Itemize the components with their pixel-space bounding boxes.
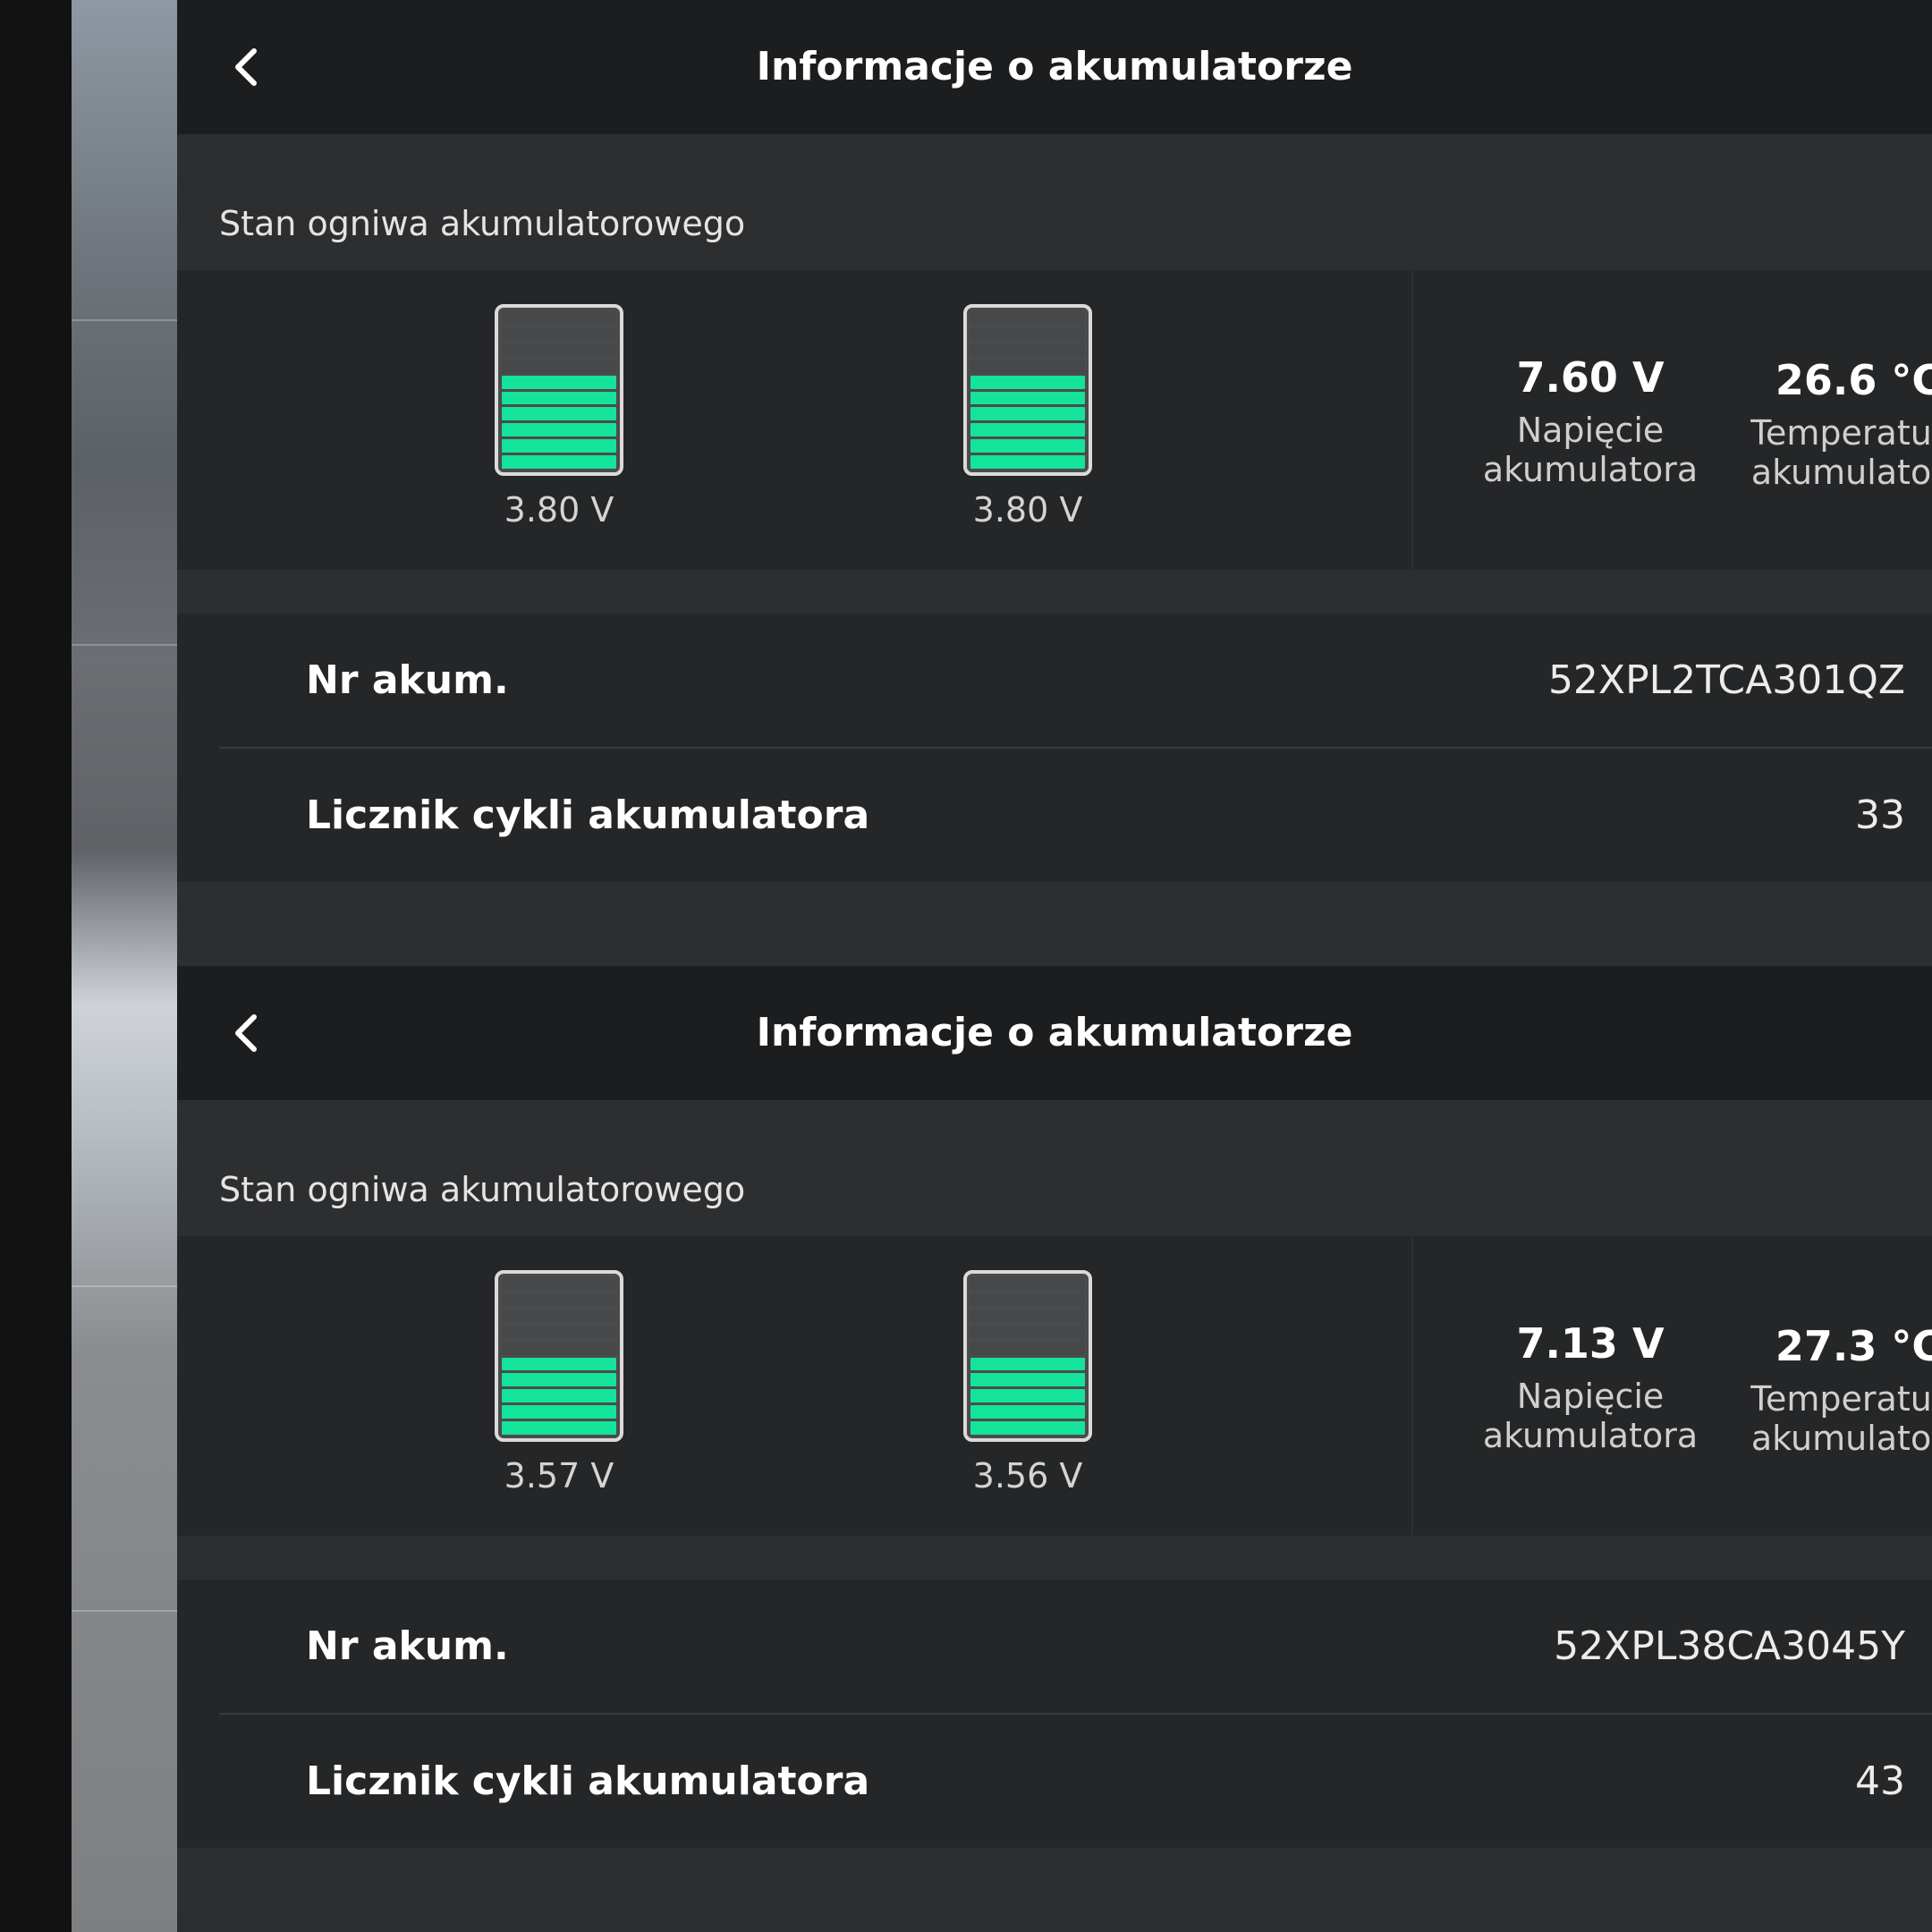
cell-segment-empty: [970, 343, 1085, 357]
cell-segment-filled: [502, 1389, 616, 1403]
cell-segment-filled: [970, 407, 1085, 421]
cell-segment-filled: [970, 455, 1085, 470]
page-title: Informacje o akumulatorze: [756, 44, 1353, 89]
cell-segment-filled: [502, 407, 616, 421]
cell-segment-filled: [970, 423, 1085, 437]
cell-segment-empty: [502, 326, 616, 341]
cell-segment-filled: [502, 391, 616, 405]
cell-segment-empty: [970, 1341, 1085, 1355]
battery-temperature-label: Temperatura akumulatora: [1750, 1379, 1932, 1458]
cell-segment-empty: [502, 311, 616, 325]
cell-voltage: 3.80 V: [972, 490, 1083, 530]
left-edge: [0, 0, 72, 1932]
cell-segment-empty: [970, 326, 1085, 341]
cell-segment-empty: [502, 359, 616, 373]
battery-cell-icon: [495, 304, 623, 476]
cell-voltage: 3.57 V: [504, 1456, 614, 1496]
row-value: 52XPL38CA3045Y: [1554, 1623, 1905, 1669]
background-photo-strip: [72, 0, 177, 1932]
battery-cell-icon: [963, 304, 1092, 476]
cell-segment-filled: [502, 375, 616, 389]
row-label: Licznik cykli akumulatora: [306, 792, 870, 838]
battery-voltage-value: 7.60 V: [1516, 353, 1665, 402]
cell-segment-empty: [502, 1325, 616, 1339]
cell-segment-filled: [970, 1373, 1085, 1387]
cell-segment-empty: [502, 1292, 616, 1307]
cell-segment-filled: [502, 1357, 616, 1371]
cycle-count-row: Licznik cykli akumulatora 43: [177, 1715, 1932, 1849]
battery-voltage-stat: 7.13 V Napięcie akumulatora: [1456, 1319, 1724, 1455]
row-label: Licznik cykli akumulatora: [306, 1758, 870, 1804]
cycle-count-row: Licznik cykli akumulatora 33: [177, 749, 1932, 883]
cell-voltage: 3.80 V: [504, 490, 614, 530]
cell-segment-empty: [970, 1325, 1085, 1339]
battery-temperature-stat: 26.6 °C Temperatura akumulatora: [1724, 356, 1932, 492]
battery-temperature-stat: 27.3 °C Temperatura akumulatora: [1724, 1322, 1932, 1458]
cell-segment-empty: [970, 311, 1085, 325]
cells-card: [177, 270, 1411, 570]
cell-segment-filled: [970, 375, 1085, 389]
cell-segment-filled: [970, 1405, 1085, 1419]
battery-serial-row: Nr akum. 52XPL2TCA301QZ: [177, 614, 1932, 748]
battery-temperature-label: Temperatura akumulatora: [1750, 413, 1932, 492]
battery-voltage-label: Napięcie akumulatora: [1482, 411, 1699, 489]
header-bar: Informacje o akumulatorze: [177, 966, 1932, 1100]
cell-segment-empty: [502, 1341, 616, 1355]
cell-segment-filled: [970, 391, 1085, 405]
row-value: 43: [1855, 1758, 1905, 1804]
header-bar: Informacje o akumulatorze: [177, 0, 1932, 134]
row-value: 33: [1855, 792, 1905, 838]
battery-temperature-value: 26.6 °C: [1775, 356, 1932, 404]
row-label: Nr akum.: [306, 1623, 509, 1669]
battery-info-screen-2: Informacje o akumulatorze Stan ogniwa ak…: [177, 966, 1932, 1932]
cell-status-label: Stan ogniwa akumulatorowego: [219, 204, 746, 243]
cell-segment-empty: [970, 1292, 1085, 1307]
cell-segment-filled: [502, 1405, 616, 1419]
cell-segment-empty: [502, 1277, 616, 1291]
cell-segment-empty: [970, 1309, 1085, 1323]
battery-temperature-value: 27.3 °C: [1775, 1322, 1932, 1370]
page-title: Informacje o akumulatorze: [756, 1010, 1353, 1055]
battery-serial-row: Nr akum. 52XPL38CA3045Y: [177, 1580, 1932, 1714]
cell-segment-filled: [502, 439, 616, 453]
cells-card: [177, 1236, 1411, 1536]
cell-segment-filled: [970, 1389, 1085, 1403]
cell-segment-filled: [970, 1357, 1085, 1371]
battery-voltage-stat: 7.60 V Napięcie akumulatora: [1456, 353, 1724, 489]
cell-segment-empty: [970, 359, 1085, 373]
battery-voltage-value: 7.13 V: [1516, 1319, 1665, 1368]
cell-segment-empty: [502, 1309, 616, 1323]
battery-voltage-label: Napięcie akumulatora: [1482, 1377, 1699, 1455]
cell-segment-filled: [970, 439, 1085, 453]
row-value: 52XPL2TCA301QZ: [1547, 657, 1905, 703]
cell-segment-filled: [502, 1373, 616, 1387]
cell-voltage: 3.56 V: [972, 1456, 1083, 1496]
cell-segment-empty: [502, 343, 616, 357]
cell-segment-filled: [502, 423, 616, 437]
battery-cell-icon: [495, 1270, 623, 1442]
cell-segment-filled: [970, 1421, 1085, 1436]
cell-status-label: Stan ogniwa akumulatorowego: [219, 1170, 746, 1209]
battery-cell-icon: [963, 1270, 1092, 1442]
cell-segment-empty: [970, 1277, 1085, 1291]
cell-segment-filled: [502, 1421, 616, 1436]
row-label: Nr akum.: [306, 657, 509, 703]
battery-info-screen-1: Informacje o akumulatorze Stan ogniwa ak…: [177, 0, 1932, 966]
cell-segment-filled: [502, 455, 616, 470]
